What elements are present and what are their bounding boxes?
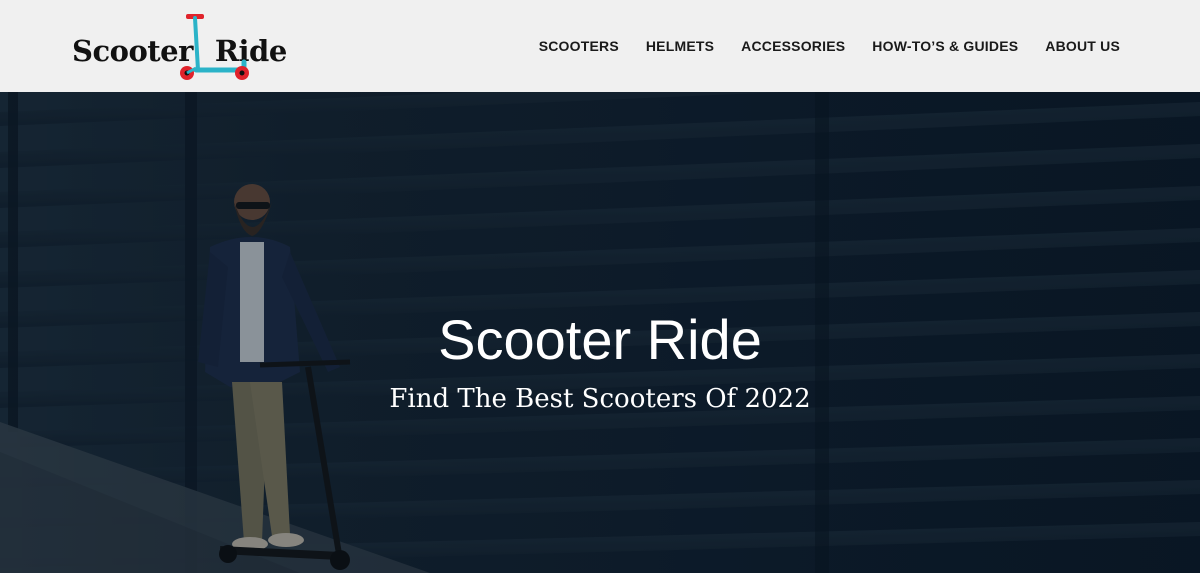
hero-subtitle: Find The Best Scooters Of 2022	[389, 384, 811, 414]
nav-helmets[interactable]: HELMETS	[646, 38, 714, 54]
site-header: Scooter Ride SCOOTERS HELMETS ACCESSORIES…	[0, 0, 1200, 92]
hero-banner: Scooter Ride Find The Best Scooters Of 2…	[0, 92, 1200, 573]
hero-title: Scooter Ride	[438, 308, 762, 371]
nav-scooters[interactable]: SCOOTERS	[539, 38, 619, 54]
nav-about-us[interactable]: ABOUT US	[1045, 38, 1120, 54]
scooter-logo-icon	[180, 14, 249, 80]
main-nav: SCOOTERS HELMETS ACCESSORIES HOW-TO’S & …	[539, 0, 1120, 92]
nav-accessories[interactable]: ACCESSORIES	[741, 38, 845, 54]
nav-how-tos-guides[interactable]: HOW-TO’S & GUIDES	[872, 38, 1018, 54]
site-logo[interactable]: Scooter Ride	[70, 8, 287, 84]
